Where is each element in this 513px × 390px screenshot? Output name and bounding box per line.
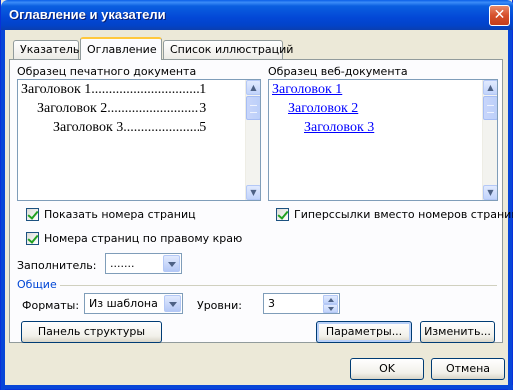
tab-contents[interactable]: Оглавление bbox=[80, 37, 162, 60]
window-title: Оглавление и указатели bbox=[9, 7, 166, 22]
hyperlinks-label: Гиперссылки вместо номеров страниц bbox=[294, 208, 513, 221]
scroll-down-icon[interactable]: ▼ bbox=[246, 185, 260, 200]
right-align-label: Номера страниц по правому краю bbox=[44, 232, 243, 245]
web-preview-box: Заголовок 1 Заголовок 2 Заголовок 3 ▲ ▼ bbox=[268, 79, 498, 201]
print-preview-line-2: Заголовок 2.............................… bbox=[37, 101, 207, 116]
options-button[interactable]: Параметры... bbox=[316, 321, 412, 343]
checkbox-checked-icon[interactable] bbox=[26, 208, 39, 221]
window-frame-left bbox=[1, 30, 5, 390]
web-preview-scrollbar[interactable]: ▲ ▼ bbox=[482, 80, 497, 200]
outline-toolbar-button[interactable]: Панель структуры bbox=[21, 321, 162, 343]
levels-spinner[interactable]: 3 bbox=[263, 293, 340, 314]
print-preview-line-3: Заголовок 3.............................… bbox=[53, 120, 207, 135]
print-preview-line-1: Заголовок 1.............................… bbox=[21, 82, 207, 97]
levels-value: 3 bbox=[268, 297, 275, 310]
print-preview-box: Заголовок 1.............................… bbox=[17, 79, 261, 201]
show-page-numbers-checkbox[interactable]: Показать номера страниц bbox=[26, 208, 196, 221]
levels-label: Уровни: bbox=[197, 299, 242, 312]
window-frame-bottom bbox=[1, 385, 513, 389]
tab-leader-value: ....... bbox=[110, 257, 135, 270]
scroll-up-icon[interactable]: ▲ bbox=[246, 80, 260, 95]
ok-button[interactable]: OK bbox=[350, 358, 424, 380]
chevron-down-icon[interactable] bbox=[164, 295, 181, 312]
checkbox-checked-icon[interactable] bbox=[26, 232, 39, 245]
print-preview-scrollbar[interactable]: ▲ ▼ bbox=[245, 80, 260, 200]
tab-leader-label: Заполнитель: bbox=[17, 259, 97, 272]
general-group-label: Общие bbox=[17, 278, 60, 291]
chevron-down-icon[interactable] bbox=[163, 255, 180, 272]
web-preview-link-1[interactable]: Заголовок 1 bbox=[272, 82, 342, 98]
cancel-button[interactable]: Отмена bbox=[431, 358, 505, 380]
hyperlinks-checkbox[interactable]: Гиперссылки вместо номеров страниц bbox=[276, 208, 513, 221]
tab-figures[interactable]: Список иллюстраций bbox=[163, 40, 293, 59]
web-preview-link-2[interactable]: Заголовок 2 bbox=[288, 101, 358, 117]
scroll-thumb[interactable] bbox=[246, 96, 260, 120]
right-align-checkbox[interactable]: Номера страниц по правому краю bbox=[26, 232, 242, 245]
print-preview-label: Образец печатного документа bbox=[17, 65, 197, 78]
close-icon[interactable]: ✕ bbox=[489, 5, 510, 26]
checkbox-checked-icon[interactable] bbox=[276, 208, 289, 221]
web-preview-link-3[interactable]: Заголовок 3 bbox=[304, 120, 374, 136]
general-group-line bbox=[17, 285, 497, 286]
tab-leader-select[interactable]: ....... bbox=[105, 253, 182, 274]
spin-down-icon[interactable] bbox=[323, 304, 338, 313]
spin-up-icon[interactable] bbox=[323, 295, 338, 304]
formats-select[interactable]: Из шаблона bbox=[84, 293, 183, 314]
formats-label: Форматы: bbox=[22, 299, 80, 312]
scroll-down-icon[interactable]: ▼ bbox=[483, 185, 497, 200]
tab-index[interactable]: Указатель bbox=[13, 40, 79, 59]
web-preview-label: Образец веб-документа bbox=[268, 65, 408, 78]
show-page-numbers-label: Показать номера страниц bbox=[44, 208, 196, 221]
modify-button[interactable]: Изменить... bbox=[420, 321, 495, 343]
toc-dialog: Оглавление и указатели ✕ Указатель Оглав… bbox=[0, 0, 513, 390]
tab-panel-contents: Образец печатного документа Заголовок 1.… bbox=[9, 59, 513, 343]
scroll-thumb[interactable] bbox=[483, 96, 497, 120]
formats-value: Из шаблона bbox=[89, 297, 158, 310]
title-bar[interactable]: Оглавление и указатели ✕ bbox=[1, 0, 513, 30]
scroll-up-icon[interactable]: ▲ bbox=[483, 80, 497, 95]
